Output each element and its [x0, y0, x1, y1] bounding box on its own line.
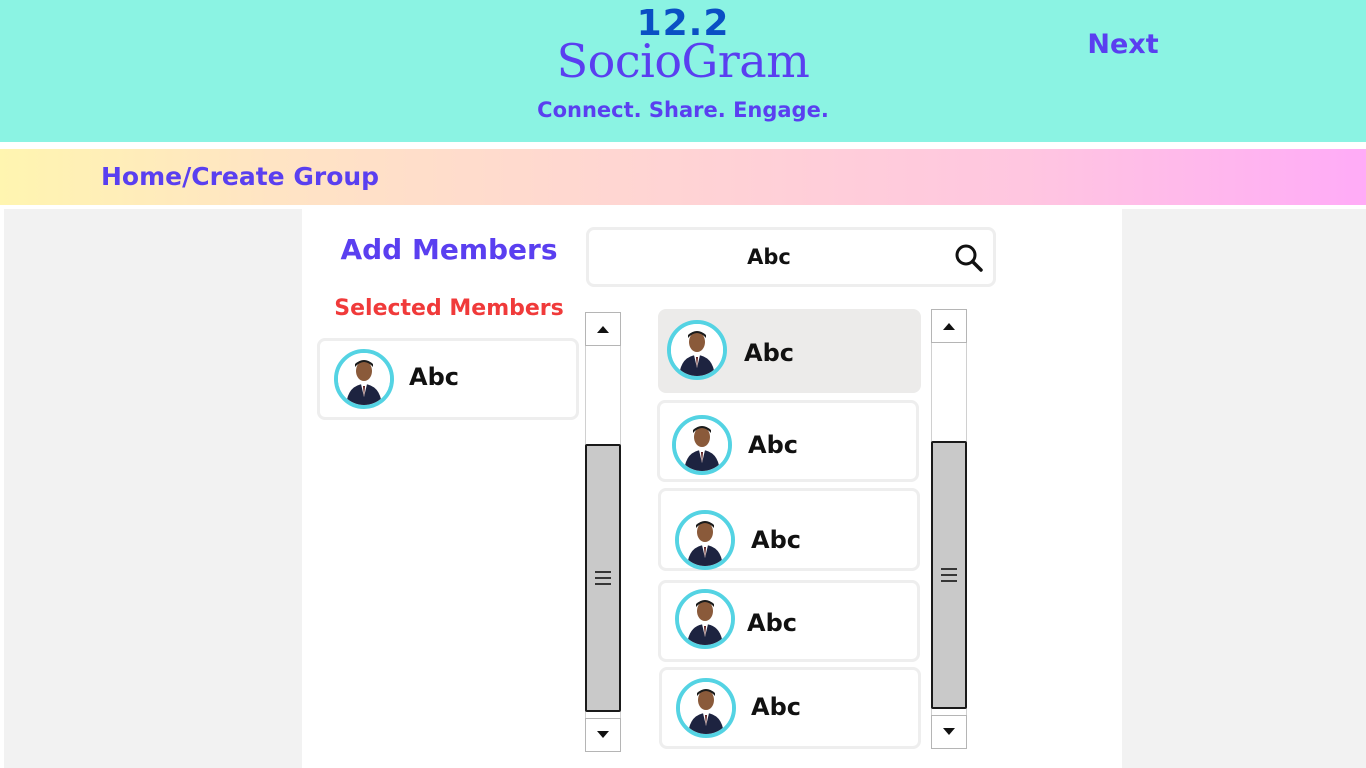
results-scroll-thumb[interactable] [931, 441, 967, 709]
next-button[interactable]: Next [1076, 24, 1170, 64]
search-result-item[interactable]: Abc [658, 309, 921, 393]
selected-member-name: Abc [409, 363, 459, 391]
user-avatar [334, 349, 394, 409]
result-name: Abc [744, 339, 794, 367]
person-photo-icon [679, 593, 731, 645]
search-icon[interactable] [953, 242, 985, 274]
grip-lines-icon [595, 571, 611, 585]
search-result-item[interactable]: Abc [658, 488, 920, 571]
user-avatar [676, 678, 736, 738]
app-header: 12.2 SocioGram Connect. Share. Engage. N… [0, 0, 1366, 142]
person-photo-icon [671, 324, 723, 376]
search-result-item[interactable]: Abc [658, 580, 920, 662]
add-members-title: Add Members [340, 233, 558, 266]
result-name: Abc [748, 431, 798, 459]
results-scroll-down-button[interactable] [931, 715, 967, 749]
person-photo-icon [676, 419, 728, 471]
person-photo-icon [338, 353, 390, 405]
grip-lines-icon [941, 568, 957, 582]
member-search-box [586, 227, 996, 287]
left-margin-panel [4, 209, 302, 768]
triangle-down-icon [943, 728, 955, 735]
results-scroll-up-button[interactable] [931, 309, 967, 343]
brand-tagline: Connect. Share. Engage. [537, 98, 829, 122]
scroll-thumb[interactable] [585, 444, 621, 712]
search-result-item[interactable]: Abc [657, 400, 919, 482]
scroll-down-button[interactable] [585, 718, 621, 752]
right-margin-panel [1122, 209, 1366, 768]
person-photo-icon [680, 682, 732, 734]
breadcrumb[interactable]: Home/Create Group [101, 161, 379, 193]
result-name: Abc [747, 609, 797, 637]
selected-member-card[interactable]: Abc [317, 338, 579, 420]
triangle-down-icon [597, 731, 609, 738]
breadcrumb-bar: Home/Create Group [0, 149, 1366, 205]
user-avatar [675, 589, 735, 649]
result-name: Abc [751, 693, 801, 721]
search-input[interactable] [599, 238, 939, 276]
person-photo-icon [679, 514, 731, 566]
user-avatar [672, 415, 732, 475]
triangle-up-icon [597, 326, 609, 333]
scroll-up-button[interactable] [585, 312, 621, 346]
triangle-up-icon [943, 323, 955, 330]
result-name: Abc [751, 526, 801, 554]
user-avatar [675, 510, 735, 570]
user-avatar [667, 320, 727, 380]
selected-members-title: Selected Members [334, 296, 564, 321]
search-result-item[interactable]: Abc [659, 667, 921, 749]
